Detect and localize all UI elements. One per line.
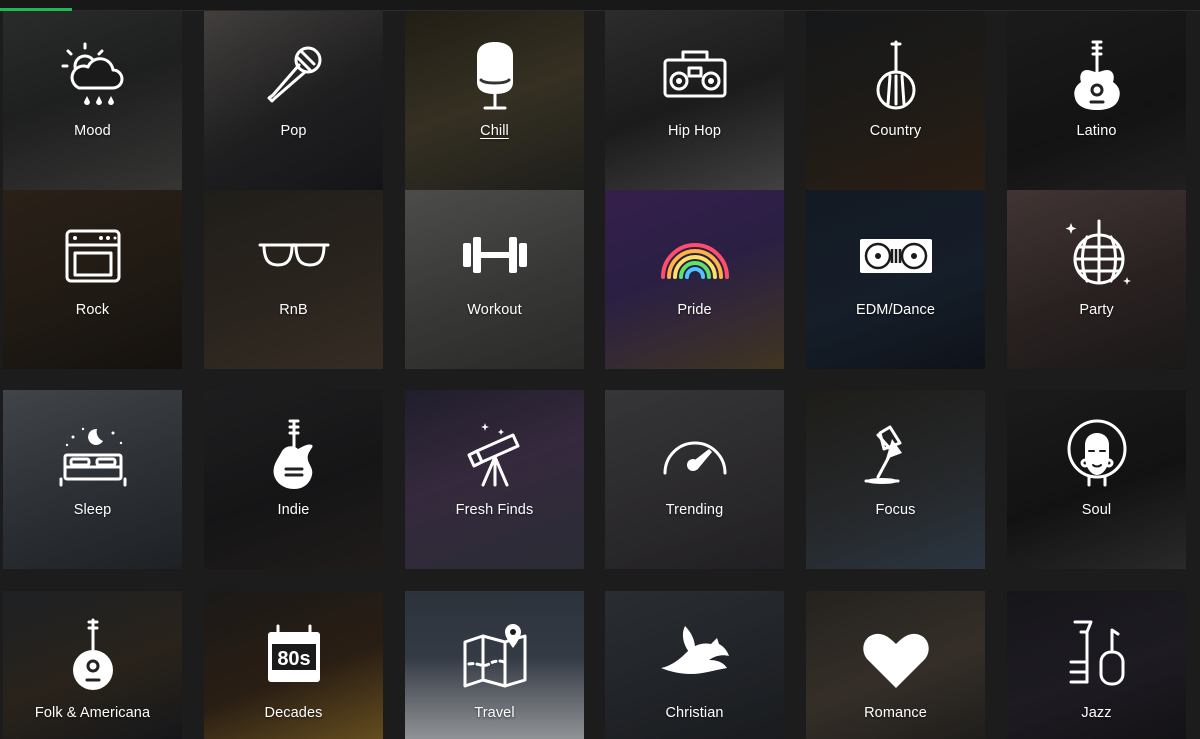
weather-icon (53, 36, 133, 116)
guitar-icon (1057, 36, 1137, 116)
genre-tile-romance[interactable]: Romance (806, 591, 985, 739)
amplifier-icon (53, 215, 133, 295)
dove-icon (655, 616, 735, 696)
genre-tile-focus[interactable]: Focus (806, 390, 985, 569)
disco-ball-icon (1057, 215, 1137, 295)
genre-tile-label: Workout (405, 302, 584, 318)
genre-tile-label: Romance (806, 705, 985, 721)
genre-tile-label: Trending (605, 502, 784, 518)
sunglasses-icon (254, 215, 334, 295)
genre-tile-rock[interactable]: Rock (3, 190, 182, 369)
genre-tile-label: Folk & Americana (3, 705, 182, 721)
genre-label-text: Rock (75, 302, 110, 318)
genre-tile-label: RnB (204, 302, 383, 318)
genre-label-text: Christian (665, 705, 724, 721)
map-pin-icon (455, 616, 535, 696)
genre-tile-label: Sleep (3, 502, 182, 518)
genre-tile-hip-hop[interactable]: Hip Hop (605, 11, 784, 190)
genre-tile-mood[interactable]: Mood (3, 11, 182, 190)
genre-tile-fresh-finds[interactable]: Fresh Finds (405, 390, 584, 569)
rainbow-icon (655, 215, 735, 295)
genre-label-text: Mood (74, 123, 111, 139)
genre-label-text: Soul (1081, 502, 1112, 518)
genre-tile-folk-americana[interactable]: Folk & Americana (3, 591, 182, 739)
genre-tile-label: Rock (3, 302, 182, 318)
genre-tile-decades[interactable]: 80s Decades (204, 591, 383, 739)
calendar-80s-icon: 80s (254, 616, 334, 696)
genre-tile-rnb[interactable]: RnB (204, 190, 383, 369)
gauge-icon (655, 415, 735, 495)
genre-tile-christian[interactable]: Christian (605, 591, 784, 739)
browse-genres-page: Mood Pop Chill Hip Hop Country Latino Rock RnB W… (0, 0, 1200, 739)
genre-label-text: Country (869, 123, 922, 139)
microphone-icon (254, 36, 334, 116)
svg-text:80s: 80s (277, 648, 310, 670)
genre-label-text: Latino (1076, 123, 1117, 139)
genre-tile-label: Fresh Finds (405, 502, 584, 518)
genre-tile-label: Party (1007, 302, 1186, 318)
genre-label-text: RnB (279, 302, 308, 318)
desk-lamp-icon (856, 415, 936, 495)
genre-label-text: Sleep (73, 502, 112, 518)
genre-label-text: Party (1079, 302, 1114, 318)
boombox-icon (655, 36, 735, 116)
bed-icon (53, 415, 133, 495)
genre-label-text: Travel (474, 705, 515, 721)
genre-label-text: EDM/Dance (855, 302, 936, 318)
genre-label-text: Hip Hop (667, 123, 722, 139)
electric-guitar-icon (254, 415, 334, 495)
genre-tile-label: Mood (3, 123, 182, 139)
genre-label-text: Fresh Finds (455, 502, 534, 518)
genre-tile-latino[interactable]: Latino (1007, 11, 1186, 190)
genre-tile-label: Country (806, 123, 985, 139)
genre-tile-label: Chill (405, 123, 584, 139)
heart-icon (856, 616, 936, 696)
genre-tile-pride[interactable]: Pride (605, 190, 784, 369)
genre-tile-country[interactable]: Country (806, 11, 985, 190)
genre-tile-label: Soul (1007, 502, 1186, 518)
mandolin-icon (53, 616, 133, 696)
genre-tile-label: Christian (605, 705, 784, 721)
telescope-icon (455, 415, 535, 495)
genre-tile-label: EDM/Dance (806, 302, 985, 318)
genre-tile-pop[interactable]: Pop (204, 11, 383, 190)
genre-label-text: Trending (665, 502, 724, 518)
genre-label-text: Pop (280, 123, 307, 139)
genre-label-text: Jazz (1081, 705, 1112, 721)
genre-tile-party[interactable]: Party (1007, 190, 1186, 369)
afro-face-icon (1057, 415, 1137, 495)
genre-tile-sleep[interactable]: Sleep (3, 390, 182, 569)
dumbbell-icon (455, 215, 535, 295)
genre-tile-label: Latino (1007, 123, 1186, 139)
genre-tile-label: Jazz (1007, 705, 1186, 721)
genre-tile-chill[interactable]: Chill (405, 11, 584, 190)
genre-tile-jazz[interactable]: Jazz (1007, 591, 1186, 739)
genre-tile-label: Travel (405, 705, 584, 721)
genre-label-text: Pride (677, 302, 712, 318)
genre-tile-label: Focus (806, 502, 985, 518)
genre-tile-travel[interactable]: Travel (405, 591, 584, 739)
genre-tile-indie[interactable]: Indie (204, 390, 383, 569)
genre-tile-label: Pride (605, 302, 784, 318)
genre-label-text: Folk & Americana (34, 705, 151, 721)
genre-label-text: Chill (480, 123, 509, 139)
genre-tile-label: Decades (204, 705, 383, 721)
genre-label-text: Focus (875, 502, 916, 518)
genre-tile-edm-dance[interactable]: EDM/Dance (806, 190, 985, 369)
genre-label-text: Workout (467, 302, 522, 318)
genre-tile-label: Hip Hop (605, 123, 784, 139)
genre-label-text: Decades (264, 705, 323, 721)
brass-instruments-icon (1057, 616, 1137, 696)
genre-label-text: Indie (277, 502, 310, 518)
genre-tile-trending[interactable]: Trending (605, 390, 784, 569)
egg-chair-icon (455, 36, 535, 116)
turntables-icon (856, 215, 936, 295)
genre-tile-soul[interactable]: Soul (1007, 390, 1186, 569)
genre-tile-workout[interactable]: Workout (405, 190, 584, 369)
genre-tile-label: Indie (204, 502, 383, 518)
genre-tile-label: Pop (204, 123, 383, 139)
genre-label-text: Romance (864, 705, 927, 721)
banjo-icon (856, 36, 936, 116)
